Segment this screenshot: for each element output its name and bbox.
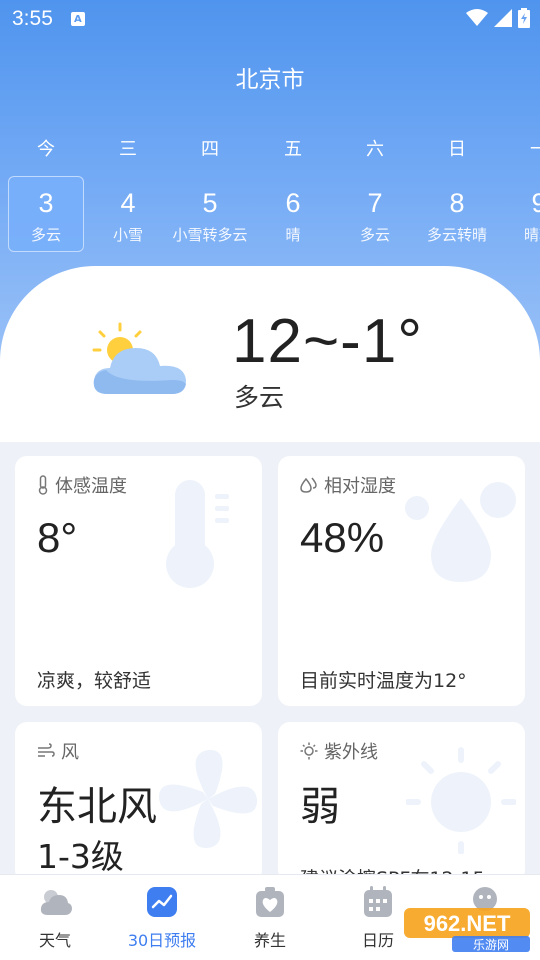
day-weekday: 日 <box>448 139 466 160</box>
wind-level: 1-3级 <box>37 837 124 876</box>
day-date: 8 <box>449 188 465 218</box>
svg-text:乐游网: 乐游网 <box>473 938 509 952</box>
day-condition: 多云 <box>359 226 390 244</box>
day-date: 6 <box>285 188 301 218</box>
sun-decoration <box>406 747 516 854</box>
day-item-4[interactable]: 六 7 多云 <box>337 136 413 244</box>
day-weekday: 六 <box>366 139 384 160</box>
wind-icon <box>38 743 55 757</box>
humidity-card[interactable]: 相对湿度 48% 目前实时温度为12° <box>278 456 525 706</box>
svg-text:962.NET: 962.NET <box>424 911 511 936</box>
card-title: 相对湿度 <box>300 472 396 498</box>
nav-weather[interactable]: 天气 <box>10 885 100 951</box>
day-condition: 多云转晴 <box>426 226 487 244</box>
day-date: 7 <box>367 188 383 218</box>
health-icon <box>256 887 284 917</box>
humidity-desc: 目前实时温度为12° <box>300 670 467 692</box>
day-condition: 小雪 <box>112 226 143 244</box>
nav-label: 30日预报 <box>127 931 197 950</box>
calendar-icon <box>364 886 392 917</box>
thermometer-decoration <box>166 480 229 588</box>
day-condition: 小雪转多云 <box>172 226 248 244</box>
feels-like-value: 8° <box>37 514 78 561</box>
nav-label: 天气 <box>38 931 71 950</box>
fan-decoration <box>158 749 258 849</box>
feels-like-desc: 凉爽，较舒适 <box>37 670 152 692</box>
day-strip[interactable]: 今 3 多云 三 4 小雪 四 5 小雪转多云 五 6 晴 六 7 多云 日 8… <box>3 136 540 256</box>
droplets-icon <box>300 477 317 493</box>
day-item-6[interactable]: 一 9 晴转 <box>501 136 540 244</box>
wind-direction: 东北风 <box>37 784 157 830</box>
watermark-logo: 962.NET 乐游网 <box>404 908 530 952</box>
nav-30day-forecast[interactable]: 30日预报 <box>117 885 207 951</box>
trend-icon <box>147 887 177 917</box>
status-icons <box>466 8 530 28</box>
status-time: 3:55 <box>12 7 53 30</box>
feels-like-card[interactable]: 体感温度 8° 凉爽，较舒适 <box>15 456 262 706</box>
card-title: 风 <box>37 738 79 764</box>
nav-health[interactable]: 养生 <box>225 885 315 951</box>
day-condition: 晴转 <box>523 226 540 244</box>
signal-icon <box>494 9 512 27</box>
day-date: 5 <box>202 188 218 218</box>
day-condition: 晴 <box>285 226 301 244</box>
card-title: 体感温度 <box>37 472 127 498</box>
city-title[interactable]: 北京市 <box>0 60 540 94</box>
uv-value: 弱 <box>300 784 340 830</box>
day-weekday: 五 <box>284 139 302 160</box>
day-condition: 多云 <box>30 226 61 244</box>
temperature-range: 12~-1° <box>232 307 424 376</box>
weather-icon <box>40 890 72 915</box>
day-date: 4 <box>120 188 136 218</box>
day-item-0[interactable]: 今 3 多云 <box>8 136 84 252</box>
day-item-1[interactable]: 三 4 小雪 <box>90 136 166 244</box>
humidity-title: 相对湿度 <box>324 476 396 497</box>
day-weekday: 今 <box>37 139 55 160</box>
day-item-3[interactable]: 五 6 晴 <box>255 136 331 244</box>
day-item-2[interactable]: 四 5 小雪转多云 <box>172 136 248 244</box>
humidity-value: 48% <box>300 514 385 561</box>
card-title: 紫外线 <box>300 738 378 764</box>
day-weekday: 四 <box>201 139 219 160</box>
day-weekday: 三 <box>119 139 137 160</box>
today-summary-panel: 12~-1° 多云 <box>0 266 540 442</box>
notification-icon: A <box>70 12 85 26</box>
thermometer-icon <box>38 475 48 495</box>
nav-label: 养生 <box>253 931 286 950</box>
sun-icon <box>300 742 318 760</box>
uv-title: 紫外线 <box>324 742 378 763</box>
wind-title: 风 <box>61 742 79 763</box>
status-bar: 3:55 A <box>0 0 540 38</box>
day-date: 3 <box>38 188 54 218</box>
droplets-decoration <box>405 482 516 582</box>
uv-card[interactable]: 紫外线 弱 建议涂擦SPF在12-15 <box>278 722 525 882</box>
day-weekday: 一 <box>530 139 540 160</box>
wifi-icon <box>466 9 488 26</box>
weather-condition: 多云 <box>234 383 285 412</box>
battery-icon <box>518 8 530 28</box>
feels-like-title: 体感温度 <box>55 476 127 497</box>
wind-card[interactable]: 风 东北风 1-3级 <box>15 722 262 882</box>
partly-cloudy-icon <box>92 322 186 394</box>
day-date: 9 <box>531 188 540 218</box>
day-item-5[interactable]: 日 8 多云转晴 <box>419 136 495 244</box>
